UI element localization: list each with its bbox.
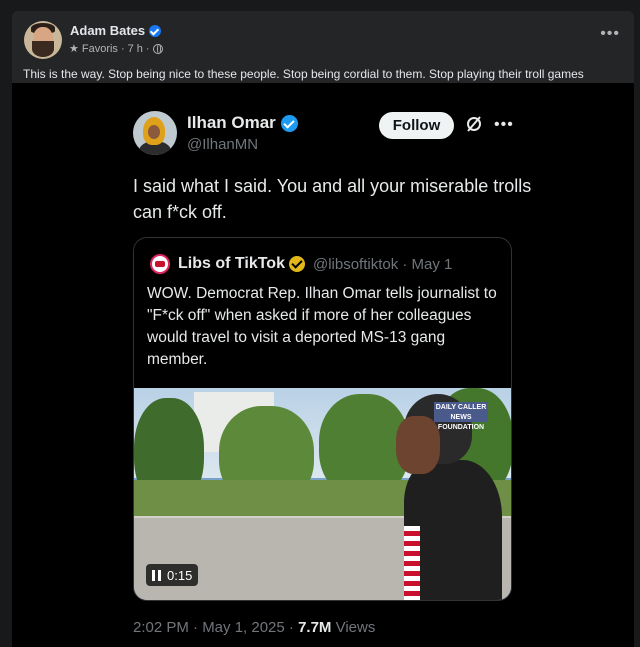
verified-badge-icon (280, 114, 298, 132)
verified-badge-icon (149, 24, 162, 37)
more-options-icon[interactable]: ••• (600, 25, 620, 43)
author-name[interactable]: Adam Bates (70, 23, 145, 38)
video-time: 0:15 (167, 567, 193, 583)
quoted-author-row: Libs of TikTok @libsoftiktok · May 1 (178, 255, 452, 273)
embedded-tweet: Ilhan Omar @IlhanMN Follow ••• I said wh… (12, 83, 634, 647)
video-player[interactable]: DAILY CALLER NEWS FOUNDATION 0:15 (134, 388, 511, 600)
author-name-row: Adam Bates (70, 23, 162, 38)
audience-label: Favoris (81, 42, 118, 55)
quoted-text: WOW. Democrat Rep. Ilhan Omar tells jour… (147, 285, 497, 368)
tweet-author-handle[interactable]: @IlhanMN (187, 136, 258, 153)
tweet-author-row: Ilhan Omar (187, 113, 298, 133)
post-meta: ★ Favoris · 7 h · (69, 42, 163, 55)
gold-verified-badge-icon (288, 256, 305, 272)
tweet-avatar[interactable] (133, 111, 177, 155)
view-count: 7.7M (298, 619, 332, 636)
tweet-text: I said what I said. You and all your mis… (133, 176, 532, 222)
author-avatar[interactable] (24, 21, 62, 59)
quoted-tweet[interactable]: Libs of TikTok @libsoftiktok · May 1 WOW… (133, 237, 512, 601)
follow-button[interactable]: Follow (379, 112, 454, 139)
post-time[interactable]: 7 h (128, 43, 143, 55)
quoted-author-name: Libs of TikTok (178, 255, 285, 272)
tweet-more-icon[interactable]: ••• (494, 116, 514, 134)
tweet-footer: 2:02 PM · May 1, 2025 · 7.7M Views (133, 619, 375, 636)
views-label: Views (331, 619, 376, 636)
quoted-avatar[interactable] (150, 254, 170, 274)
tweet-timestamp[interactable]: 2:02 PM · May 1, 2025 · (133, 619, 298, 636)
pause-icon[interactable] (152, 569, 161, 581)
globe-icon (152, 43, 163, 54)
quoted-handle-date: @libsoftiktok · May 1 (312, 255, 453, 273)
tweet-author-name[interactable]: Ilhan Omar (187, 113, 276, 133)
video-timer[interactable]: 0:15 (146, 564, 199, 586)
daily-caller-watermark: DAILY CALLER NEWS FOUNDATION (434, 402, 488, 431)
grok-icon[interactable] (465, 115, 483, 133)
post-text: This is the way. Stop being nice to thes… (23, 67, 584, 81)
star-icon: ★ (69, 43, 79, 55)
